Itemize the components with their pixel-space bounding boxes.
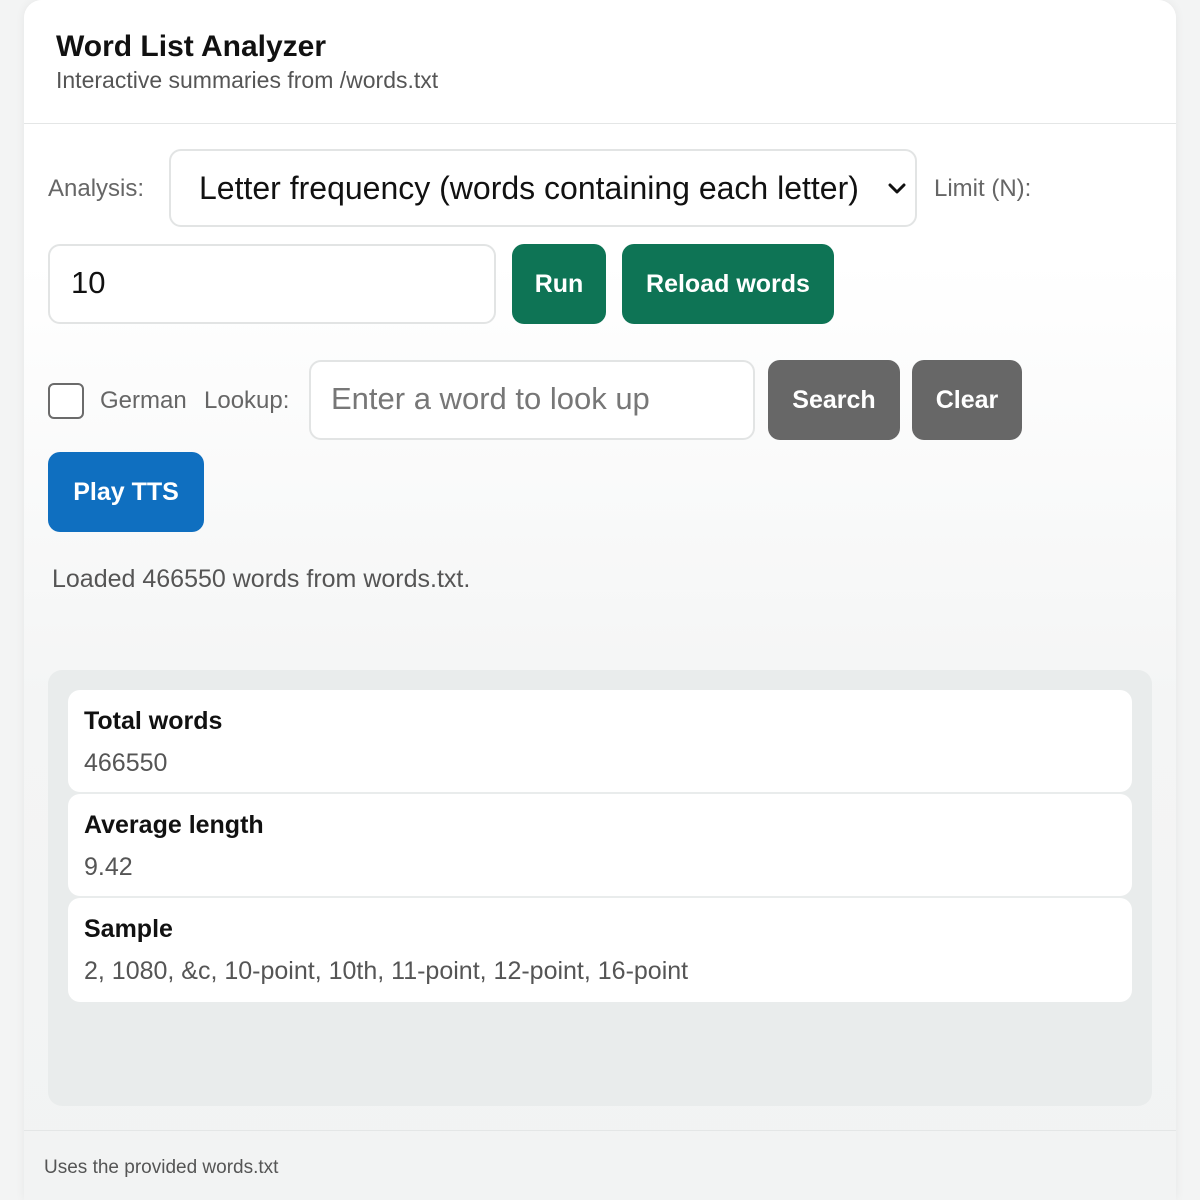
result-card-title: Average length: [84, 811, 264, 839]
result-card-value: 2, 1080, &c, 10-point, 10th, 11-point, 1…: [84, 957, 689, 985]
analysis-label: Analysis:: [48, 175, 145, 202]
results-panel: Total words 466550 Average length 9.42 S…: [48, 670, 1152, 1106]
play-tts-button[interactable]: Play TTS: [48, 452, 204, 532]
result-card-average-length: Average length 9.42: [68, 794, 1132, 896]
app-container: Word List Analyzer Interactive summaries…: [24, 0, 1176, 1200]
reload-words-button[interactable]: Reload words: [622, 244, 834, 324]
limit-label: Limit (N):: [934, 175, 1032, 202]
footer-text: Uses the provided words.txt: [44, 1157, 279, 1178]
clear-button[interactable]: Clear: [912, 360, 1022, 440]
chevron-down-icon: [888, 183, 906, 194]
page-subtitle: Interactive summaries from /words.txt: [56, 67, 439, 93]
footer: Uses the provided words.txt: [24, 1130, 1176, 1200]
analysis-select[interactable]: Letter frequency (words containing each …: [169, 149, 917, 227]
german-label: German: [100, 387, 187, 414]
lookup-label: Lookup:: [204, 387, 290, 414]
header: Word List Analyzer Interactive summaries…: [24, 0, 1176, 124]
page-title: Word List Analyzer: [56, 30, 327, 63]
result-card-sample: Sample 2, 1080, &c, 10-point, 10th, 11-p…: [68, 898, 1132, 1002]
limit-input[interactable]: 10: [48, 244, 496, 324]
lookup-placeholder: Enter a word to look up: [331, 381, 650, 416]
search-button[interactable]: Search: [768, 360, 900, 440]
result-card-total-words: Total words 466550: [68, 690, 1132, 792]
limit-value: 10: [71, 265, 106, 300]
result-card-value: 9.42: [84, 853, 133, 881]
analysis-selected-value: Letter frequency (words containing each …: [199, 170, 859, 206]
run-button[interactable]: Run: [512, 244, 606, 324]
german-checkbox[interactable]: [48, 383, 84, 419]
status-message: Loaded 466550 words from words.txt.: [52, 565, 471, 593]
result-card-title: Total words: [84, 707, 223, 735]
lookup-input[interactable]: Enter a word to look up: [309, 360, 755, 440]
result-card-title: Sample: [84, 915, 173, 943]
result-card-value: 466550: [84, 749, 168, 777]
